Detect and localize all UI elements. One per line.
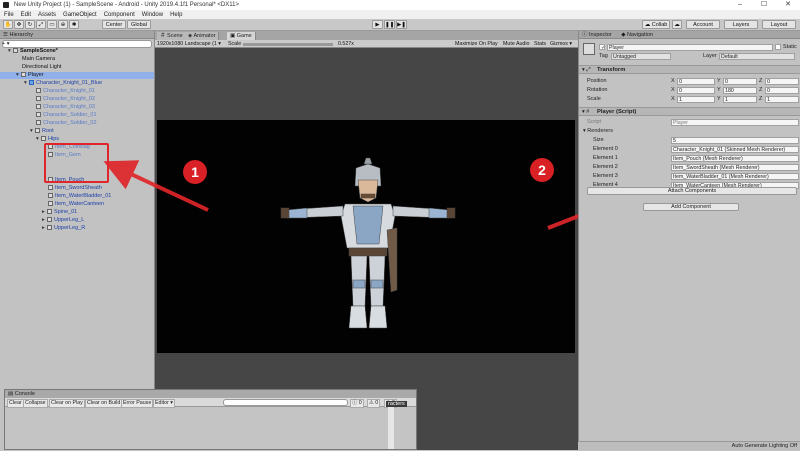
renderers-label-text: Renderers bbox=[587, 128, 613, 134]
characters-tab-label: racters bbox=[386, 401, 407, 407]
gameobject-cube-icon bbox=[583, 43, 595, 55]
rotation-y-input[interactable]: 180 bbox=[723, 87, 757, 94]
scale-x-input[interactable]: 1 bbox=[677, 96, 715, 103]
renderers-label[interactable]: ▾ Renderers bbox=[583, 127, 613, 135]
layer-dropdown[interactable]: Default bbox=[719, 53, 795, 60]
element-3-field[interactable]: Item_WaterBladder_01 (Mesh Renderer) bbox=[671, 173, 799, 180]
static-checkbox[interactable] bbox=[775, 44, 781, 50]
warning-icon: ⚠ bbox=[369, 400, 374, 406]
annotation-badge-2: 2 bbox=[530, 158, 554, 182]
position-label: Position bbox=[587, 78, 607, 84]
console-warning-count[interactable]: ⚠ 0 bbox=[367, 399, 381, 408]
scale-label: Scale bbox=[587, 96, 601, 102]
position-x-input[interactable]: 0 bbox=[677, 78, 715, 85]
console-clear-on-build-toggle[interactable]: Clear on Build bbox=[85, 399, 123, 408]
size-label: Size bbox=[593, 137, 604, 143]
console-editor-dropdown[interactable]: Editor ▾ bbox=[153, 399, 175, 408]
status-bar: Auto Generate Lighting Off bbox=[578, 441, 800, 450]
rotation-z-input[interactable]: 0 bbox=[765, 87, 799, 94]
layer-label: Layer bbox=[703, 53, 717, 59]
console-collapse-toggle[interactable]: Collapse bbox=[23, 399, 48, 408]
scale-z-input[interactable]: 1 bbox=[765, 96, 799, 103]
element-3-label: Element 3 bbox=[593, 173, 618, 179]
position-z-input[interactable]: 0 bbox=[765, 78, 799, 85]
console-info-count[interactable]: ⓘ 0 bbox=[350, 399, 364, 408]
z-label: Z bbox=[759, 96, 763, 102]
player-script-header[interactable]: Player (Script) bbox=[579, 107, 800, 116]
renderers-size-input[interactable]: 5 bbox=[671, 137, 799, 144]
script-expand-icon[interactable]: ▾ # bbox=[582, 108, 589, 116]
inspector-panel: ⓘ Inspector ◆ Navigation ✓ Player Static… bbox=[578, 31, 800, 450]
x-label: X bbox=[671, 78, 675, 84]
add-component-button[interactable]: Add Component bbox=[643, 203, 739, 211]
tag-dropdown[interactable]: Untagged bbox=[611, 53, 671, 60]
transform-title: Transform bbox=[597, 67, 626, 73]
element-2-label: Element 2 bbox=[593, 164, 618, 170]
console-clear-button[interactable]: Clear bbox=[7, 399, 24, 408]
tab-label: Inspector bbox=[589, 32, 612, 38]
transform-header[interactable]: Transform bbox=[579, 65, 800, 74]
active-checkbox[interactable]: ✓ bbox=[599, 44, 605, 50]
y-label: Y bbox=[717, 78, 721, 84]
element-1-field[interactable]: Item_Pouch (Mesh Renderer) bbox=[671, 155, 799, 162]
annotation-badge-1: 1 bbox=[183, 160, 207, 184]
x-label: X bbox=[671, 87, 675, 93]
z-label: Z bbox=[759, 87, 763, 93]
element-0-field[interactable]: Character_Knight_01 (Skinned Mesh Render… bbox=[671, 146, 799, 153]
console-error-pause-toggle[interactable]: Error Pause bbox=[121, 399, 154, 408]
console-clear-on-play-toggle[interactable]: Clear on Play bbox=[49, 399, 85, 408]
console-search-input[interactable] bbox=[223, 399, 348, 406]
tab-inspector[interactable]: ⓘ Inspector bbox=[582, 32, 612, 38]
count-label: 0 bbox=[375, 400, 379, 406]
console-tab[interactable]: ▤ Console bbox=[5, 390, 416, 398]
script-label: Script bbox=[587, 119, 602, 125]
element-1-label: Element 1 bbox=[593, 155, 618, 161]
script-field[interactable]: Player bbox=[671, 119, 799, 126]
rotation-label: Rotation bbox=[587, 87, 608, 93]
info-icon: ⓘ bbox=[352, 400, 358, 406]
x-label: X bbox=[671, 96, 675, 102]
inspector-tab-bar: ⓘ Inspector ◆ Navigation bbox=[579, 31, 800, 39]
transform-expand-icon[interactable]: ▾ ⤢ bbox=[582, 66, 591, 74]
console-title: Console bbox=[14, 391, 35, 397]
object-name-input[interactable]: Player bbox=[607, 44, 773, 51]
element-0-label: Element 0 bbox=[593, 146, 618, 152]
attach-components-button[interactable]: Attach Components bbox=[587, 187, 797, 195]
console-panel: ▤ Console Clear Collapse Clear on Play C… bbox=[4, 389, 417, 450]
tab-navigation[interactable]: ◆ Navigation bbox=[621, 32, 653, 38]
static-label: Static bbox=[783, 44, 797, 50]
scale-y-input[interactable]: 1 bbox=[723, 96, 757, 103]
console-toolbar: Clear Collapse Clear on Play Clear on Bu… bbox=[5, 398, 416, 408]
rotation-x-input[interactable]: 0 bbox=[677, 87, 715, 94]
element-2-field[interactable]: Item_SwordSheath (Mesh Renderer) bbox=[671, 164, 799, 171]
y-label: Y bbox=[717, 87, 721, 93]
script-title: Player (Script) bbox=[597, 109, 637, 115]
tag-label: Tag bbox=[599, 53, 608, 59]
count-label: 0 bbox=[358, 400, 362, 406]
position-y-input[interactable]: 0 bbox=[723, 78, 757, 85]
console-scrollbar[interactable] bbox=[388, 407, 394, 449]
z-label: Z bbox=[759, 78, 763, 84]
tab-label: Navigation bbox=[626, 32, 653, 38]
y-label: Y bbox=[717, 96, 721, 102]
